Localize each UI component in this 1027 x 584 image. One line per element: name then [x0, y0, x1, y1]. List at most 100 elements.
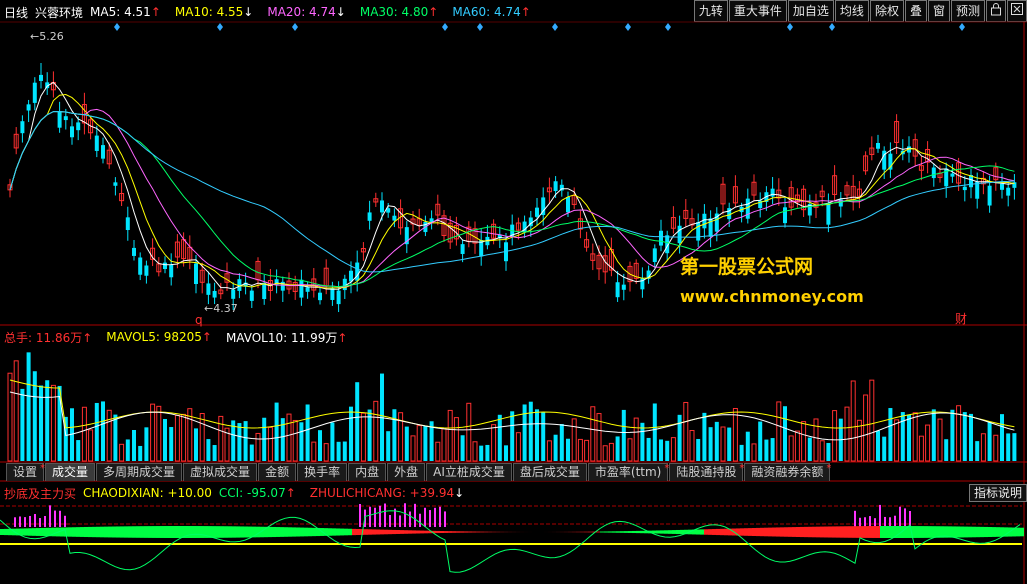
zhulichicang-band — [776, 527, 780, 537]
volume-bar — [677, 414, 682, 461]
volume-bar — [318, 430, 322, 461]
tab-0[interactable]: 设置 — [6, 460, 45, 481]
cci-value: CCI: -95.07↑ — [218, 486, 296, 500]
volume-bar — [212, 445, 217, 461]
zhulichicang-band — [808, 526, 812, 538]
tab-8[interactable]: AI立桩成交量 — [426, 463, 512, 481]
volume-bar — [360, 412, 366, 462]
zhulichicang-band — [984, 526, 988, 538]
volume-bar — [76, 440, 81, 461]
tab-2[interactable]: 多周期成交量 — [96, 463, 183, 481]
zhulichicang-band — [812, 526, 816, 538]
zhulichicang-band — [584, 531, 588, 533]
volume-legend: 总手: 11.86万↑ MAVOL5: 98205↑ MAVOL10: 11.9… — [4, 328, 361, 346]
indicator-name[interactable]: 抄底及主力买 — [4, 485, 76, 502]
candle — [429, 218, 434, 222]
zhulichicang-band — [216, 526, 220, 538]
zhulichicang-band — [928, 526, 932, 538]
zhulichicang-band — [220, 526, 224, 538]
signal-diamond — [552, 23, 558, 31]
zhulichicang-band — [436, 530, 440, 534]
tab-11[interactable]: 陆股通持股 — [669, 460, 744, 481]
indicator-series — [0, 503, 1024, 573]
zhulichicang-band — [772, 527, 776, 537]
volume-bar — [931, 409, 936, 461]
volume-bar — [255, 432, 261, 462]
financial-report-marker[interactable]: 财 — [955, 310, 967, 327]
zhulichicang-band — [924, 526, 928, 538]
zhulichicang-band — [392, 529, 396, 535]
volume-bar — [758, 421, 763, 461]
zhulichicang-band — [44, 527, 48, 537]
zhulichicang-band — [68, 527, 72, 537]
zhulichicang-band — [760, 527, 764, 537]
tab-12[interactable]: 融资融券余额 — [744, 460, 831, 481]
candle — [113, 182, 118, 186]
volume-bar — [894, 419, 900, 462]
zhulichicang-band — [420, 530, 424, 534]
zhulichicang-band — [440, 531, 444, 533]
tab-7[interactable]: 外盘 — [387, 463, 426, 481]
tab-9[interactable]: 盘后成交量 — [512, 463, 587, 481]
zhulichicang-band — [340, 528, 344, 536]
volume-bar — [144, 427, 149, 461]
zhulichicang-band — [768, 527, 772, 537]
zhulichicang-band — [636, 530, 640, 534]
zhulichicang-band — [456, 531, 460, 533]
zhulichicang-band — [140, 526, 144, 538]
zhulichicang-band — [76, 527, 80, 537]
tab-4[interactable]: 金额 — [258, 463, 297, 481]
tab-3[interactable]: 虚拟成交量 — [183, 463, 258, 481]
zhulichicang-band — [852, 526, 856, 538]
volume-bar — [950, 409, 955, 461]
zhulichicang-band — [896, 526, 900, 538]
zhulichicang-band — [0, 529, 4, 535]
zhulichicang-band — [292, 527, 296, 537]
volume-bar — [106, 409, 112, 462]
zhulichicang-band — [136, 526, 140, 538]
zhulichicang-band — [596, 531, 600, 533]
zhulichicang-band — [624, 531, 628, 533]
q-marker: q — [195, 313, 203, 327]
zhulichicang-band — [616, 531, 620, 533]
chaodixian-value: CHAODIXIAN: +10.00 — [83, 486, 212, 500]
zhulichicang-band — [164, 526, 168, 538]
volume-bar — [962, 412, 967, 461]
tab-1[interactable]: 成交量 — [45, 463, 96, 481]
zhulichicang-band — [32, 528, 36, 536]
zhulichicang-band — [792, 527, 796, 537]
zhulichicang-band — [720, 528, 724, 536]
volume-bar — [987, 421, 992, 461]
indicator-help-button[interactable]: 指标说明 — [968, 484, 1027, 502]
volume-bar — [94, 402, 99, 461]
tab-6[interactable]: 内盘 — [348, 463, 387, 481]
tab-10[interactable]: 市盈率(ttm) — [587, 460, 670, 481]
zhulichicang-band — [172, 526, 176, 538]
zhulichicang-band — [932, 526, 936, 538]
zhulichicang-band — [412, 530, 416, 534]
zhulichicang-band — [996, 527, 1000, 537]
tab-5[interactable]: 换手率 — [297, 463, 348, 481]
candle — [349, 270, 353, 282]
volume-bar — [163, 418, 167, 461]
volume-bar — [249, 444, 254, 461]
candle — [101, 145, 105, 159]
candle — [26, 104, 31, 111]
zhulichicang-band — [756, 527, 760, 537]
moving-average-lines — [9, 81, 1015, 290]
candle — [659, 230, 663, 246]
zhulichicang-band — [356, 528, 360, 536]
zhulichicang-band — [840, 526, 844, 538]
candlestick-series — [7, 63, 1017, 313]
zhulichicang-band — [784, 527, 788, 537]
zhulichicang-band — [196, 526, 200, 538]
candle — [125, 217, 130, 231]
volume-bar — [466, 402, 472, 462]
zhulichicang-band — [328, 528, 332, 536]
candle — [783, 207, 787, 224]
ma-line — [9, 81, 1015, 290]
zhulichicang-band — [476, 531, 480, 533]
zhulichicang-band — [288, 527, 292, 537]
zhulichicang-band — [952, 526, 956, 538]
candle — [39, 74, 43, 81]
